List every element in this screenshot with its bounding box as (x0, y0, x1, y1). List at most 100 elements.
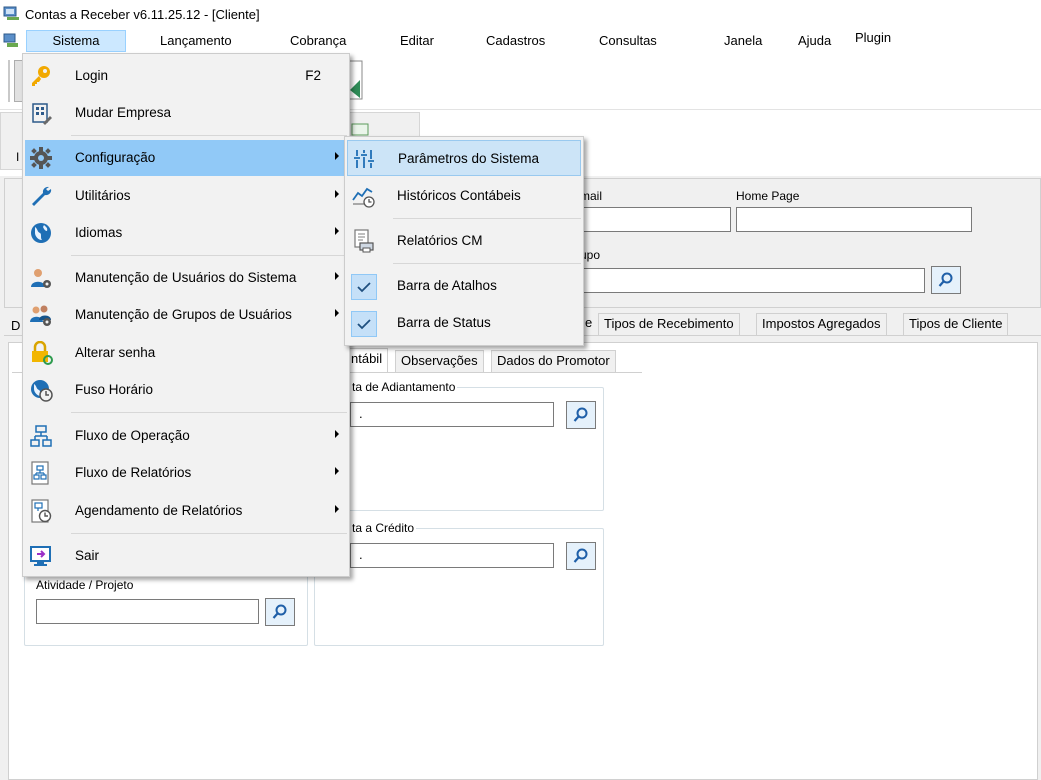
parametros-label: Parâmetros do Sistema (398, 151, 540, 166)
login-label: Login (75, 68, 109, 83)
credito-caption: ta a Crédito (350, 521, 417, 535)
adiantamento-caption: ta de Adiantamento (350, 380, 458, 394)
menu-bar: Sistema Lançamento Cobrança Editar Cadas… (0, 30, 1041, 52)
report-printer-icon (354, 229, 374, 253)
tab-dados-partial[interactable]: D (11, 318, 20, 333)
checkbox-checked (351, 274, 377, 300)
menu-item-barra-status[interactable]: Barra de Status (347, 305, 581, 341)
homepage-label: Home Page (736, 189, 800, 203)
user-gear-icon (31, 269, 51, 288)
tab-observacoes[interactable]: Observações (395, 350, 484, 372)
credito-lookup-button[interactable] (566, 542, 596, 570)
menu-item-agendamento[interactable]: Agendamento de Relatórios (25, 493, 347, 529)
menu-editar[interactable]: Editar (400, 30, 434, 52)
email-field[interactable] (583, 207, 731, 232)
checkmark-icon (357, 282, 371, 293)
menu-item-login[interactable]: Login F2 (25, 58, 347, 94)
tab-tipos-recebimento[interactable]: Tipos de Recebimento (598, 313, 740, 335)
credito-value: . (359, 547, 363, 562)
submenu-arrow-icon (335, 227, 339, 235)
fluxo-operacao-label: Fluxo de Operação (75, 428, 190, 443)
menu-lancamento[interactable]: Lançamento (160, 30, 232, 52)
menu-item-barra-atalhos[interactable]: Barra de Atalhos (347, 268, 581, 304)
submenu-arrow-icon (335, 467, 339, 475)
lock-refresh-icon (32, 341, 53, 365)
atividade-label: Atividade / Projeto (36, 578, 134, 592)
menu-separator (71, 255, 347, 256)
adiantamento-lookup-button[interactable] (566, 401, 596, 429)
menu-item-configuracao[interactable]: Configuração (25, 140, 347, 176)
key-icon (32, 66, 50, 86)
menu-separator (71, 533, 347, 534)
menu-item-historicos[interactable]: Históricos Contábeis (347, 178, 581, 214)
submenu-arrow-icon (335, 272, 339, 280)
sair-label: Sair (75, 548, 100, 563)
atividade-field[interactable] (36, 599, 259, 624)
menu-item-mudar-empresa[interactable]: Mudar Empresa (25, 95, 347, 131)
credito-field[interactable]: . (350, 543, 554, 568)
menu-cadastros[interactable]: Cadastros (486, 30, 545, 52)
submenu-arrow-icon (335, 152, 339, 160)
grupos-label: Manutenção de Grupos de Usuários (75, 307, 292, 322)
menu-item-alterar-senha[interactable]: Alterar senha (25, 335, 347, 371)
sistema-menu: Login F2 Mudar Empresa Configuração Util… (22, 53, 350, 577)
checkbox-checked (351, 311, 377, 337)
homepage-field[interactable] (736, 207, 972, 232)
menu-item-grupos[interactable]: Manutenção de Grupos de Usuários (25, 297, 347, 333)
atividade-lookup-button[interactable] (265, 598, 295, 626)
adiantamento-value: . (359, 406, 363, 421)
tab-impostos-agregados[interactable]: Impostos Agregados (756, 313, 887, 335)
menu-separator (71, 135, 347, 136)
menu-consultas[interactable]: Consultas (599, 30, 657, 52)
adiantamento-field[interactable]: . (350, 402, 554, 427)
search-icon (938, 272, 953, 287)
menu-item-sair[interactable]: Sair (25, 538, 347, 574)
wrench-icon (32, 186, 52, 206)
menu-cobranca[interactable]: Cobrança (290, 30, 346, 52)
title-bar: Contas a Receber v6.11.25.12 - [Cliente] (0, 0, 1041, 30)
menu-janela[interactable]: Janela (724, 30, 762, 52)
shortcut-label: I (16, 150, 20, 164)
building-icon (32, 103, 52, 125)
toolbar-partial-icon[interactable] (348, 60, 364, 100)
tab-dados-promotor[interactable]: Dados do Promotor (491, 350, 616, 372)
app-icon (3, 6, 19, 20)
menu-ajuda[interactable]: Ajuda (798, 30, 831, 52)
utilitarios-label: Utilitários (75, 188, 131, 203)
globe-clock-icon (31, 380, 53, 402)
menu-item-usuarios[interactable]: Manutenção de Usuários do Sistema (25, 260, 347, 296)
configuracao-label: Configuração (75, 150, 156, 165)
menu-item-idiomas[interactable]: Idiomas (25, 215, 347, 251)
grupo-lookup-button[interactable] (931, 266, 961, 294)
shortcut-partial-icon[interactable] (350, 122, 370, 136)
submenu-arrow-icon (335, 505, 339, 513)
menu-sistema[interactable]: Sistema (26, 30, 126, 52)
relatorios-cm-label: Relatórios CM (397, 233, 483, 248)
exit-monitor-icon (30, 546, 51, 566)
menu-item-fuso-horario[interactable]: Fuso Horário (25, 372, 347, 408)
agendamento-label: Agendamento de Relatórios (75, 503, 243, 518)
flowchart-icon (30, 425, 52, 447)
tab-tipos-cliente[interactable]: Tipos de Cliente (903, 313, 1009, 335)
chart-clock-icon (352, 187, 375, 208)
search-icon (272, 604, 287, 619)
globe-icon (31, 223, 51, 243)
historicos-label: Históricos Contábeis (397, 188, 521, 203)
submenu-arrow-icon (335, 309, 339, 317)
menu-item-fluxo-relatorios[interactable]: Fluxo de Relatórios (25, 455, 347, 491)
menu-item-fluxo-operacao[interactable]: Fluxo de Operação (25, 418, 347, 454)
system-menu-icon[interactable] (3, 33, 19, 48)
users-gear-icon (30, 305, 51, 326)
menu-item-parametros[interactable]: Parâmetros do Sistema (347, 140, 581, 176)
search-icon (573, 407, 588, 422)
alterar-senha-label: Alterar senha (75, 345, 156, 360)
report-flow-icon (31, 461, 49, 485)
menu-plugin[interactable]: Plugin (855, 27, 891, 49)
grupo-field[interactable] (583, 268, 925, 293)
idiomas-label: Idiomas (75, 225, 123, 240)
menu-item-utilitarios[interactable]: Utilitários (25, 178, 347, 214)
sliders-icon (354, 150, 374, 168)
menu-item-relatorios-cm[interactable]: Relatórios CM (347, 223, 581, 259)
configuracao-submenu: Parâmetros do Sistema Históricos Contábe… (344, 136, 584, 346)
menu-separator (393, 218, 581, 219)
